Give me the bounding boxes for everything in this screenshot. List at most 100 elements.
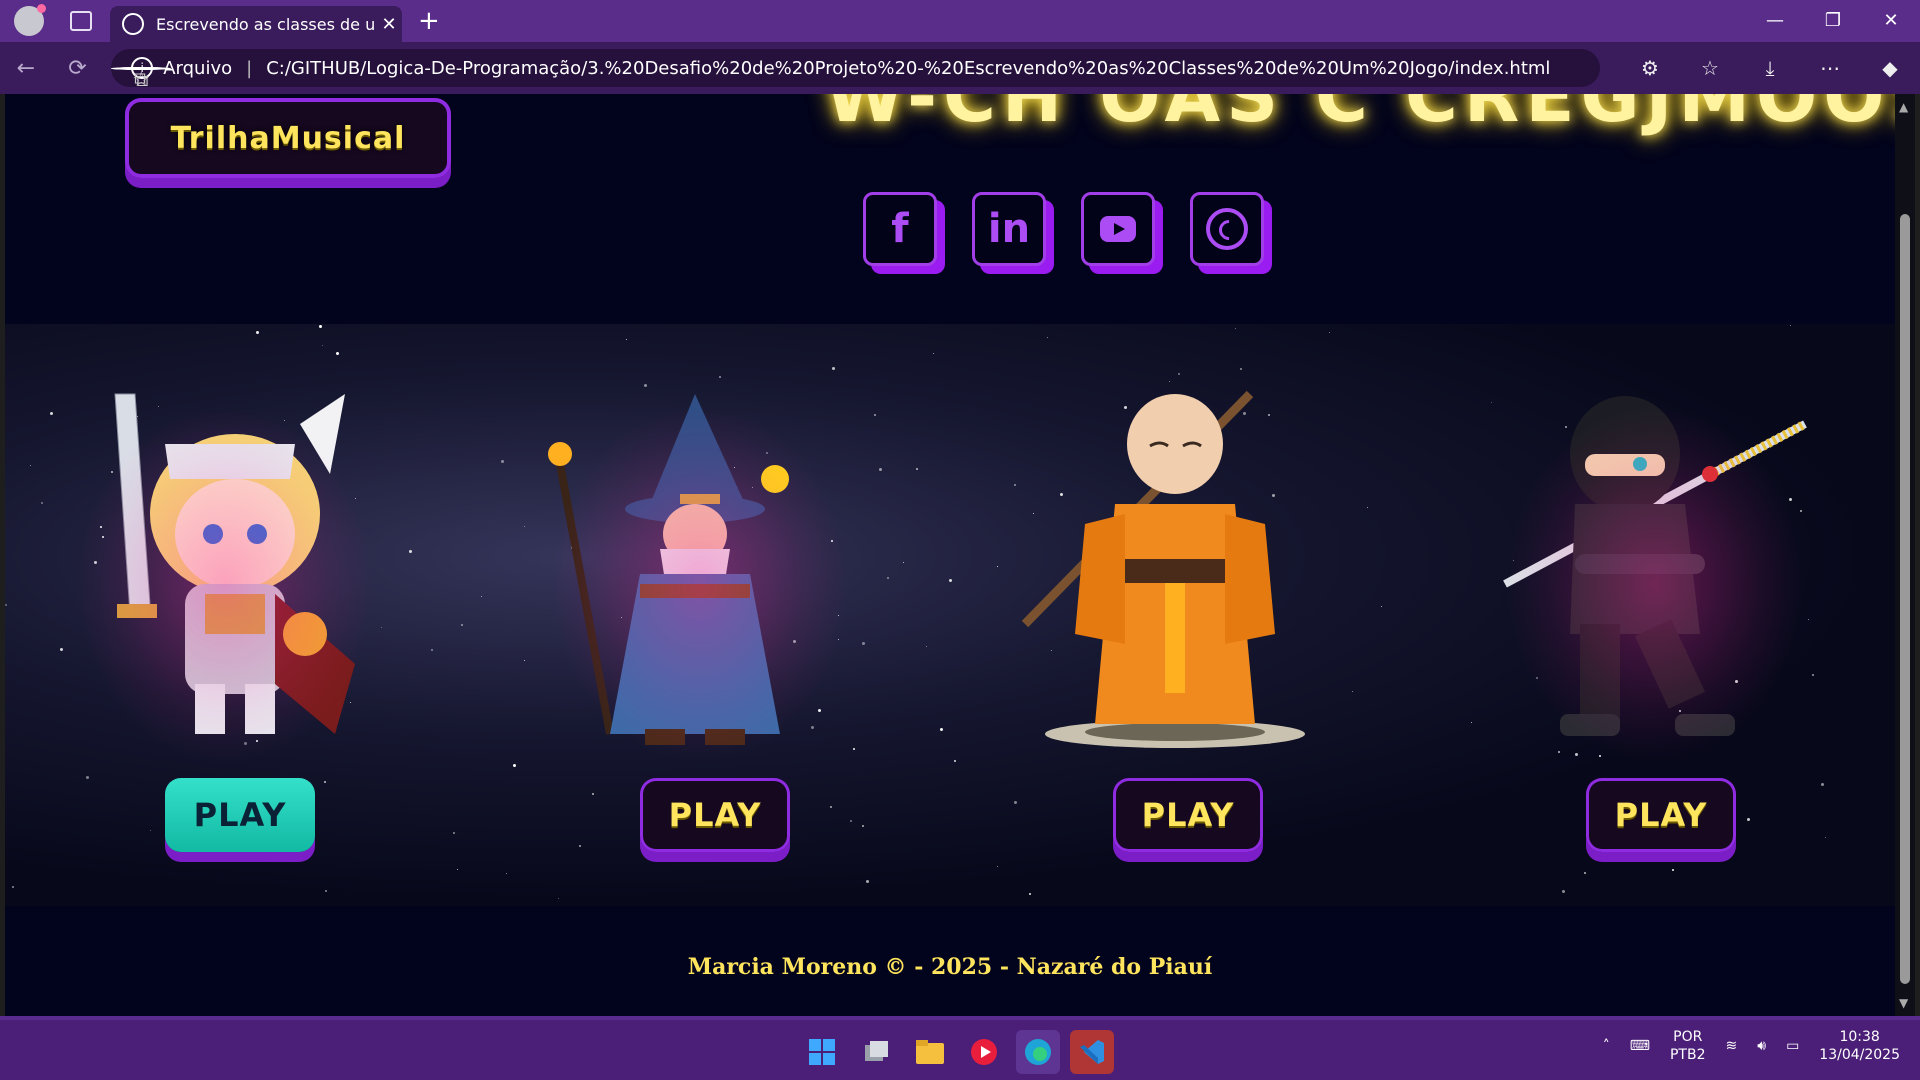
star-dot xyxy=(1014,801,1017,804)
star-dot xyxy=(1352,691,1353,692)
star-dot xyxy=(1747,818,1750,821)
character-wizard[interactable] xyxy=(530,384,870,764)
music-player-icon[interactable] xyxy=(962,1030,1006,1074)
tab-active[interactable]: Escrevendo as classes de um Jogo ✕ xyxy=(110,6,402,42)
clock[interactable]: 10:38 13/04/2025 xyxy=(1819,1028,1900,1064)
star-dot xyxy=(513,764,516,767)
back-button[interactable]: ← xyxy=(0,56,52,81)
star-dot xyxy=(862,825,864,827)
browser-toolbar: ⚙ ☆ ⤓ ⋯ ◆ xyxy=(1620,56,1920,80)
star-dot xyxy=(150,830,151,831)
chevron-up-icon[interactable]: ˄ xyxy=(1603,1038,1610,1054)
star-dot xyxy=(719,376,721,378)
scheme-label: Arquivo xyxy=(163,57,233,79)
scroll-up-icon[interactable]: ▲ xyxy=(1899,100,1911,114)
windows-start-icon[interactable] xyxy=(800,1030,844,1074)
play-button-monk[interactable]: PLAY xyxy=(1113,778,1263,852)
globe-icon xyxy=(122,13,144,35)
star-dot xyxy=(715,854,718,857)
star-dot xyxy=(1584,872,1586,874)
task-view-icon[interactable] xyxy=(854,1030,898,1074)
taskbar: ˄ ⌨ POR PTB2 ≋ 🔊︎ ▭ 10:38 13/04/2025 xyxy=(0,1016,1920,1080)
close-window-button[interactable]: ✕ xyxy=(1862,0,1920,42)
wifi-icon[interactable]: ≋ xyxy=(1726,1038,1738,1054)
copilot-icon[interactable]: ◆ xyxy=(1860,56,1920,80)
address-bar[interactable]: i Arquivo | C:/GITHUB/Logica-De-Programa… xyxy=(111,49,1600,91)
star-dot xyxy=(12,886,14,888)
character-warrior[interactable] xyxy=(55,384,395,764)
star-dot xyxy=(506,873,507,874)
reload-button[interactable]: ⟳ xyxy=(52,56,104,81)
tab-title: Escrevendo as classes de um Jogo xyxy=(156,14,376,34)
linkedin-icon: in xyxy=(987,206,1031,252)
star-dot xyxy=(916,468,918,470)
star-dot xyxy=(1471,722,1472,723)
star-dot xyxy=(997,866,998,867)
star-dot xyxy=(1047,337,1048,338)
scroll-thumb[interactable] xyxy=(1900,214,1910,984)
star-dot xyxy=(954,760,956,762)
scroll-down-icon[interactable]: ▼ xyxy=(1899,996,1911,1010)
profile-avatar[interactable] xyxy=(14,4,46,36)
star-dot xyxy=(1672,869,1674,871)
input-language[interactable]: POR PTB2 xyxy=(1670,1028,1706,1064)
star-dot xyxy=(579,845,581,847)
star-dot xyxy=(558,898,559,899)
url-text[interactable]: C:/GITHUB/Logica-De-Programação/3.%20Des… xyxy=(266,58,1600,79)
character-monk[interactable] xyxy=(1005,384,1345,764)
minimize-button[interactable]: — xyxy=(1746,0,1804,42)
linkedin-link[interactable]: in xyxy=(972,192,1046,266)
star-dot xyxy=(30,465,31,466)
more-menu-icon[interactable]: ⋯ xyxy=(1800,56,1860,80)
star-dot xyxy=(431,649,433,651)
star-dot xyxy=(1381,606,1382,607)
edge-browser-icon[interactable] xyxy=(1016,1030,1060,1074)
new-tab-button[interactable]: + xyxy=(418,6,440,36)
whatsapp-link[interactable] xyxy=(1190,192,1264,266)
star-dot xyxy=(461,624,463,626)
star-dot xyxy=(830,806,832,808)
play-button-ninja[interactable]: PLAY xyxy=(1586,778,1736,852)
star-dot xyxy=(501,460,504,463)
star-dot xyxy=(319,325,322,328)
star-dot xyxy=(903,562,904,563)
restore-button[interactable]: ❐ xyxy=(1804,0,1862,42)
volume-icon[interactable]: 🔊︎ xyxy=(1757,1038,1766,1054)
youtube-link[interactable] xyxy=(1081,192,1155,266)
play-button-warrior[interactable]: PLAY xyxy=(165,778,315,852)
star-dot xyxy=(524,526,525,527)
monk-image xyxy=(1021,390,1305,748)
star-dot xyxy=(1790,325,1791,326)
tab-bar: Escrevendo as classes de um Jogo ✕ + — ❐… xyxy=(0,0,1920,42)
star-dot xyxy=(1825,837,1826,838)
facebook-icon: f xyxy=(891,206,909,252)
tab-actions-icon[interactable] xyxy=(70,11,92,31)
close-tab-icon[interactable]: ✕ xyxy=(376,14,402,35)
favorite-star-icon[interactable]: ☆ xyxy=(111,66,172,91)
star-dot xyxy=(940,728,943,731)
star-dot xyxy=(1562,890,1565,893)
character-ninja[interactable] xyxy=(1485,384,1825,764)
star-dot xyxy=(874,414,876,416)
star-dot xyxy=(5,604,7,606)
youtube-icon xyxy=(1100,216,1136,242)
star-dot xyxy=(325,890,327,892)
vscode-icon[interactable] xyxy=(1070,1030,1114,1074)
star-dot xyxy=(626,339,627,340)
star-dot xyxy=(524,660,525,661)
page-scrollbar[interactable]: ▲ ▼ xyxy=(1895,94,1915,1016)
music-track-button[interactable]: TrilhaMusical xyxy=(125,98,451,178)
divider: | xyxy=(246,57,253,79)
star-dot xyxy=(832,367,835,370)
downloads-icon[interactable]: ⤓ xyxy=(1740,56,1800,80)
star-dot xyxy=(50,412,53,415)
play-button-wizard[interactable]: PLAY xyxy=(640,778,790,852)
facebook-link[interactable]: f xyxy=(863,192,937,266)
battery-icon[interactable]: ▭ xyxy=(1786,1038,1799,1054)
file-explorer-icon[interactable] xyxy=(908,1030,952,1074)
star-dot xyxy=(933,353,934,354)
star-dot xyxy=(1240,368,1242,370)
favorites-icon[interactable]: ☆ xyxy=(1680,56,1740,80)
extensions-icon[interactable]: ⚙ xyxy=(1620,56,1680,80)
keyboard-icon[interactable]: ⌨ xyxy=(1630,1038,1650,1054)
